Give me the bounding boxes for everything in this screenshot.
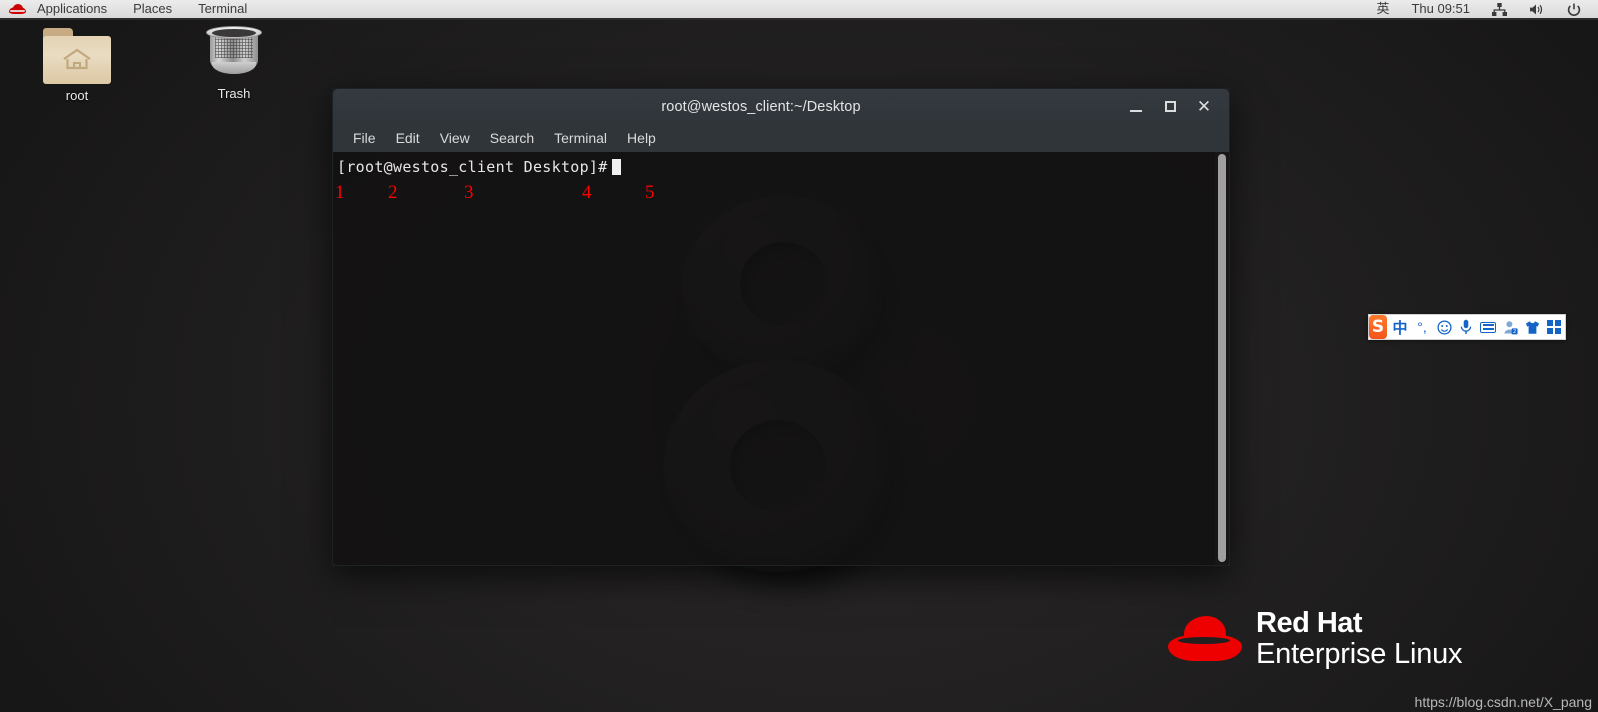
terminal-menu[interactable]: Terminal (185, 0, 260, 18)
redhat-logo-icon (8, 3, 28, 15)
scrollbar-thumb[interactable] (1218, 154, 1226, 562)
microphone-icon-svg (1460, 319, 1472, 334)
minimize-icon (1130, 109, 1142, 112)
applications-menu[interactable]: Applications (24, 0, 120, 18)
network-icon-svg (1492, 3, 1507, 17)
maximize-icon (1164, 101, 1176, 112)
trash-icon (206, 24, 262, 82)
chinese-mode-icon[interactable]: 中 (1392, 317, 1408, 337)
terminal-body[interactable]: [root@westos_client Desktop]# (332, 152, 1230, 566)
volume-icon[interactable] (1518, 0, 1556, 18)
close-button[interactable]: ✕ (1187, 93, 1221, 121)
menu-file[interactable]: File (343, 127, 386, 149)
menu-help[interactable]: Help (617, 127, 666, 149)
desktop-icon-trash[interactable]: Trash (186, 24, 282, 101)
sogou-logo-icon[interactable]: S (1369, 315, 1387, 339)
emoji-icon[interactable] (1436, 317, 1452, 337)
top-panel: Applications Places Terminal 英 Thu 09:51 (0, 0, 1598, 20)
maximize-button[interactable] (1153, 93, 1187, 121)
top-panel-status-area: 英 Thu 09:51 (1365, 0, 1598, 18)
punctuation-icon[interactable]: °, (1414, 317, 1430, 337)
annotation-3: 3 (464, 182, 474, 203)
clock[interactable]: Thu 09:51 (1400, 0, 1481, 18)
soft-keyboard-icon[interactable] (1480, 317, 1496, 337)
power-icon-svg (1567, 3, 1581, 16)
terminal-window[interactable]: root@westos_client:~/Desktop ✕ File Edit… (332, 88, 1230, 566)
watermark: https://blog.csdn.net/X_pang (1414, 694, 1592, 710)
tshirt-icon-svg (1525, 320, 1539, 334)
input-method-indicator[interactable]: 英 (1365, 0, 1400, 18)
svg-text:2: 2 (1513, 329, 1516, 335)
terminal-titlebar[interactable]: root@westos_client:~/Desktop ✕ (332, 88, 1230, 124)
annotation-1: 1 (335, 182, 345, 203)
branding-line2: Enterprise Linux (1256, 637, 1463, 670)
block-cursor (611, 159, 621, 175)
minimize-button[interactable] (1119, 93, 1153, 121)
home-glyph-icon (63, 48, 91, 70)
terminal-title: root@westos_client:~/Desktop (661, 98, 861, 115)
redhat-hat-icon (1168, 613, 1242, 665)
annotation-4: 4 (582, 182, 592, 203)
places-menu[interactable]: Places (120, 0, 185, 18)
menu-edit[interactable]: Edit (386, 127, 430, 149)
annotation-2: 2 (388, 182, 398, 203)
desktop-icon-root[interactable]: root (29, 28, 125, 103)
keyboard-glyph (1480, 321, 1496, 333)
terminal-scrollbar[interactable] (1215, 152, 1229, 565)
branding-line1: Red Hat (1256, 607, 1363, 639)
terminal-menubar: File Edit View Search Terminal Help (332, 124, 1230, 152)
volume-icon-svg (1530, 4, 1543, 15)
toolbox-grid-icon[interactable] (1546, 317, 1562, 337)
shell-prompt: [root@westos_client Desktop]# (337, 158, 608, 176)
skin-icon[interactable] (1524, 317, 1540, 337)
terminal-output: [root@westos_client Desktop]# (333, 152, 1229, 176)
menu-terminal[interactable]: Terminal (544, 127, 617, 149)
sogou-ime-toolbar[interactable]: S 中 °, 2 (1368, 314, 1566, 340)
close-icon: ✕ (1196, 97, 1212, 116)
menu-search[interactable]: Search (480, 127, 544, 149)
power-icon[interactable] (1556, 0, 1592, 18)
rhel-branding: Red Hat Enterprise Linux (1168, 607, 1463, 670)
desktop-icon-root-label: root (65, 88, 89, 103)
grid-glyph (1547, 320, 1561, 334)
voice-input-icon[interactable] (1458, 317, 1474, 337)
home-folder-icon (43, 28, 111, 84)
desktop-icon-trash-label: Trash (217, 86, 251, 101)
annotation-5: 5 (645, 182, 655, 203)
emoji-icon-svg (1436, 319, 1452, 335)
user-icon[interactable]: 2 (1502, 317, 1518, 337)
user-icon-svg: 2 (1503, 320, 1518, 335)
menu-view[interactable]: View (430, 127, 480, 149)
network-icon[interactable] (1481, 0, 1518, 18)
window-controls: ✕ (1119, 93, 1229, 121)
